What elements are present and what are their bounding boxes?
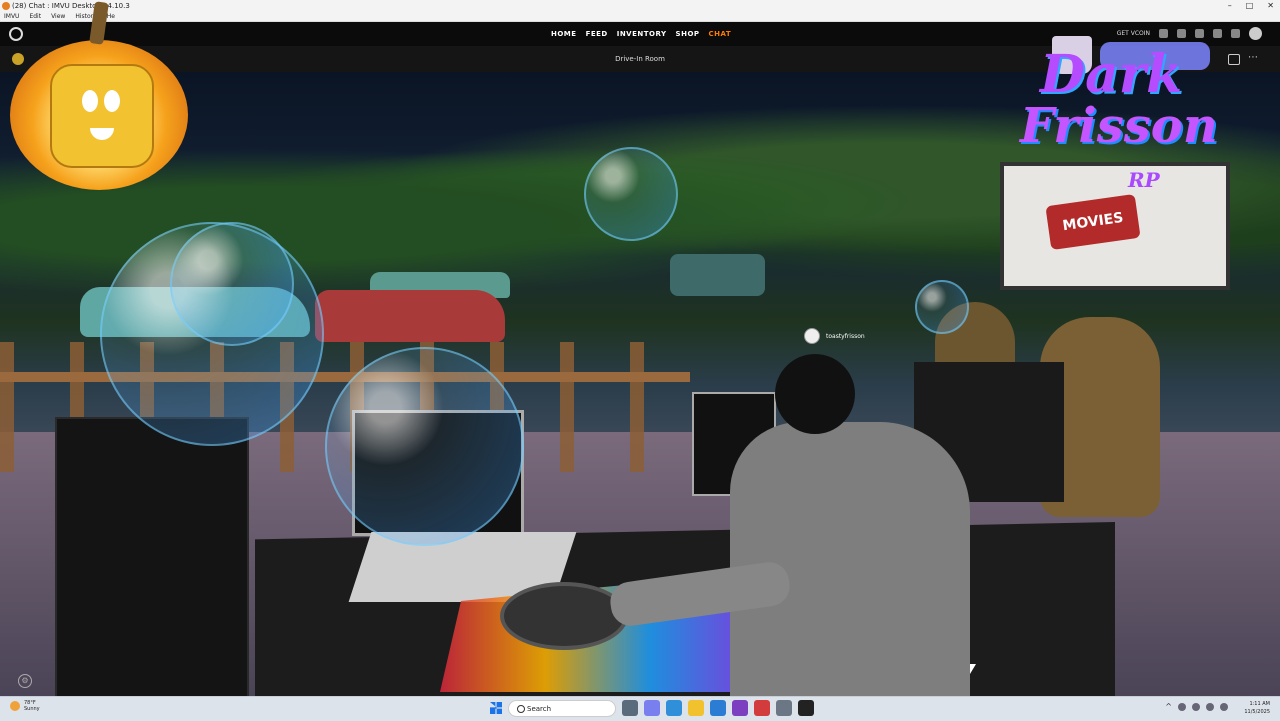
- settings-icon[interactable]: [776, 700, 792, 716]
- wifi-icon[interactable]: [1192, 702, 1200, 711]
- minimize-button[interactable]: –: [1228, 0, 1232, 12]
- menu-edit[interactable]: Edit: [29, 12, 41, 21]
- pumpkin-sticker: [10, 1, 188, 190]
- bubble: [584, 147, 678, 241]
- nav-inventory[interactable]: INVENTORY: [617, 30, 667, 38]
- nameplate-avatar-icon: [804, 328, 820, 344]
- store-icon[interactable]: [710, 700, 726, 716]
- weather-widget[interactable]: 78°F Sunny: [10, 700, 40, 712]
- menu-view[interactable]: View: [51, 12, 65, 21]
- battery-icon[interactable]: [1220, 702, 1228, 711]
- windows-start-icon[interactable]: [490, 702, 502, 714]
- avatar-head: [775, 354, 855, 434]
- menu-bar: IMVU Edit View History He: [0, 12, 1280, 22]
- taskbar-apps: [622, 700, 814, 716]
- turntable: [500, 582, 628, 650]
- nav-feed[interactable]: FEED: [586, 30, 608, 38]
- taskbar-clock[interactable]: 1:11 AM 11/5/2025: [1244, 700, 1270, 716]
- imvu-app-icon: [2, 2, 10, 10]
- copilot-icon[interactable]: [644, 700, 660, 716]
- toast-mouth: [90, 128, 114, 140]
- red-car: [315, 290, 505, 342]
- chevron-up-icon[interactable]: ^: [1165, 702, 1172, 711]
- search-icon: [517, 705, 525, 713]
- file-explorer-icon[interactable]: [688, 700, 704, 716]
- sun-icon: [10, 701, 20, 711]
- toast-face: [50, 64, 154, 168]
- edge-icon[interactable]: [666, 700, 682, 716]
- trailer: [670, 254, 765, 296]
- avatar-username: toastyfrisson: [826, 332, 865, 340]
- fence-rail: [0, 372, 690, 382]
- imvu-logo-icon[interactable]: [9, 27, 23, 41]
- bubble: [325, 347, 524, 546]
- tray-app-icon[interactable]: [1178, 702, 1186, 711]
- dark-frisson-logo: Dark Frisson RP: [1010, 36, 1255, 196]
- logo-word-2: Frisson: [1020, 98, 1218, 154]
- taskbar-search[interactable]: Search: [508, 700, 616, 717]
- logo-word-1: Dark: [1040, 44, 1183, 105]
- avatar-nameplate[interactable]: toastyfrisson: [804, 328, 865, 344]
- search-placeholder: Search: [527, 705, 552, 713]
- settings-gear-icon[interactable]: ⚙: [18, 674, 32, 688]
- app-icon[interactable]: [732, 700, 748, 716]
- nav-links: HOME FEED INVENTORY SHOP CHAT: [551, 22, 731, 46]
- weather-desc: Sunny: [24, 706, 40, 712]
- window-title: (28) Chat : IMVU Desktop 14.10.3: [12, 2, 130, 10]
- mouse-cursor-icon: [970, 664, 976, 674]
- windows-taskbar: 78°F Sunny Search ^ 1:11 AM 11/5/2025: [0, 696, 1280, 721]
- clock-time: 1:11 AM: [1249, 701, 1270, 707]
- bubble: [915, 280, 969, 334]
- avatar-hoodie: [730, 422, 970, 696]
- window-controls: – □ ✕: [1228, 0, 1274, 12]
- maximize-button[interactable]: □: [1246, 0, 1254, 12]
- menu-help[interactable]: He: [107, 12, 115, 21]
- menu-imvu[interactable]: IMVU: [4, 12, 19, 21]
- window-titlebar: (28) Chat : IMVU Desktop 14.10.3 – □ ✕: [0, 0, 1280, 12]
- system-tray: ^: [1165, 702, 1228, 711]
- bubble: [170, 222, 294, 346]
- task-view-icon[interactable]: [622, 700, 638, 716]
- nav-chat[interactable]: CHAT: [709, 30, 732, 38]
- logo-word-3: RP: [1128, 168, 1160, 192]
- volume-icon[interactable]: [1206, 702, 1214, 711]
- nav-home[interactable]: HOME: [551, 30, 577, 38]
- clock-date: 11/5/2025: [1244, 709, 1270, 715]
- close-button[interactable]: ✕: [1267, 0, 1274, 12]
- chrome-icon[interactable]: [754, 700, 770, 716]
- nav-shop[interactable]: SHOP: [676, 30, 700, 38]
- toast-eye: [104, 90, 120, 112]
- toast-eye: [82, 90, 98, 112]
- dj-avatar[interactable]: [607, 342, 1030, 696]
- speaker-left: [55, 417, 249, 696]
- imvu-taskbar-icon[interactable]: [798, 700, 814, 716]
